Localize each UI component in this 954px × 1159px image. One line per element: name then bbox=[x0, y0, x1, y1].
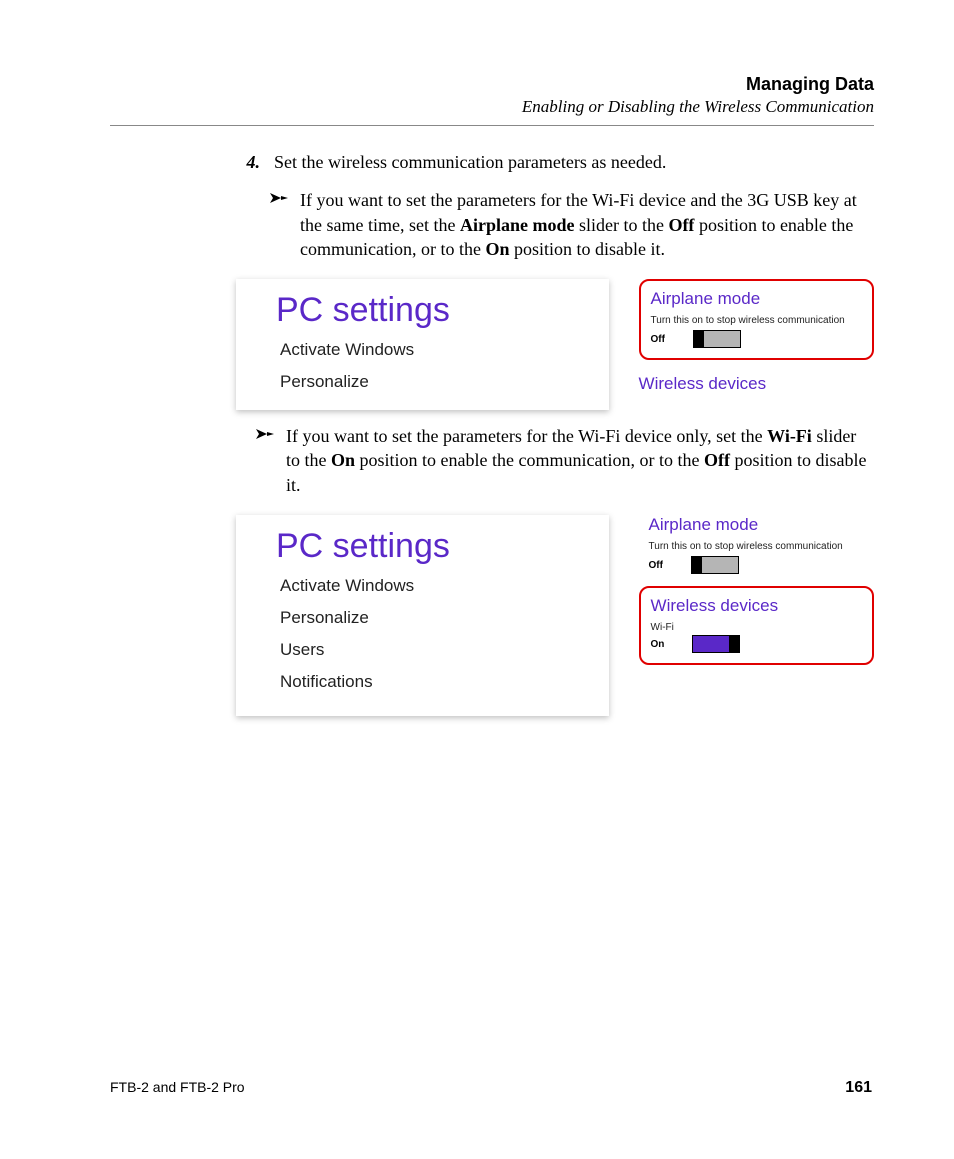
bullet-arrow-icon bbox=[222, 424, 286, 497]
airplane-mode-toggle[interactable] bbox=[693, 330, 741, 348]
step-text: Set the wireless communication parameter… bbox=[274, 150, 874, 174]
airplane-mode-heading: Airplane mode bbox=[651, 289, 862, 309]
airplane-mode-block: Airplane mode Turn this on to stop wirel… bbox=[639, 515, 874, 574]
pc-settings-panel-2: PC settings Activate Windows Personalize… bbox=[236, 515, 609, 716]
wireless-devices-heading: Wireless devices bbox=[651, 596, 862, 616]
wireless-devices-callout: Wireless devices Wi-Fi On bbox=[639, 586, 874, 665]
bullet-arrow-icon bbox=[236, 188, 300, 261]
airplane-mode-callout: Airplane mode Turn this on to stop wirel… bbox=[639, 279, 874, 360]
pc-nav-item[interactable]: Activate Windows bbox=[280, 576, 609, 596]
bullet-a-text: If you want to set the parameters for th… bbox=[300, 188, 874, 261]
footer-product: FTB-2 and FTB-2 Pro bbox=[110, 1079, 245, 1097]
airplane-mode-desc: Turn this on to stop wireless communicat… bbox=[651, 315, 862, 326]
bullet-b-text: If you want to set the parameters for th… bbox=[286, 424, 874, 497]
pc-settings-title: PC settings bbox=[276, 527, 609, 566]
airplane-mode-toggle[interactable] bbox=[691, 556, 739, 574]
header-rule bbox=[110, 125, 874, 126]
pc-nav-item[interactable]: Notifications bbox=[280, 672, 609, 692]
airplane-mode-state: Off bbox=[651, 334, 665, 345]
airplane-mode-heading: Airplane mode bbox=[649, 515, 864, 535]
pc-nav-item[interactable]: Personalize bbox=[280, 608, 609, 628]
page-header-title: Managing Data bbox=[110, 74, 874, 95]
airplane-mode-state: Off bbox=[649, 560, 663, 571]
wifi-toggle[interactable] bbox=[692, 635, 740, 653]
pc-nav-item[interactable]: Personalize bbox=[280, 372, 609, 392]
pc-settings-panel-1: PC settings Activate Windows Personalize bbox=[236, 279, 609, 410]
footer-page-number: 161 bbox=[845, 1079, 872, 1097]
wireless-devices-heading: Wireless devices bbox=[639, 374, 874, 394]
pc-settings-title: PC settings bbox=[276, 291, 609, 330]
wifi-label: Wi-Fi bbox=[651, 622, 862, 633]
step-number: 4. bbox=[110, 150, 274, 174]
airplane-mode-desc: Turn this on to stop wireless communicat… bbox=[649, 541, 864, 552]
page-header-subtitle: Enabling or Disabling the Wireless Commu… bbox=[110, 97, 874, 117]
wifi-state: On bbox=[651, 639, 665, 650]
pc-nav-item[interactable]: Users bbox=[280, 640, 609, 660]
pc-nav-item[interactable]: Activate Windows bbox=[280, 340, 609, 360]
